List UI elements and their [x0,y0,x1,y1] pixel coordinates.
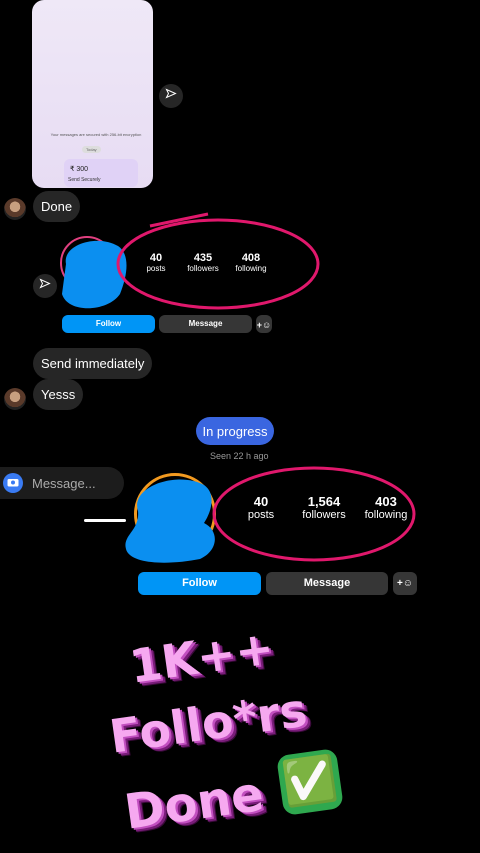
send-icon [165,87,177,105]
message-bubble[interactable]: Done [33,191,81,222]
camera-icon [7,474,19,492]
payment-card: ₹ 300 Send Securely [64,159,138,187]
avatar[interactable] [4,388,26,410]
overlay-line-2: Follo*rs [106,682,311,764]
annotation-circle [212,466,416,562]
camera-button[interactable] [3,473,23,493]
overlay-line-3: Done [121,766,267,841]
message-button[interactable]: Message [266,572,388,595]
message-bubble[interactable]: Send immediately [33,348,153,379]
add-person-icon: +☺ [256,320,272,330]
send-icon [39,277,51,295]
follow-button[interactable]: Follow [62,315,155,333]
send-securely-label: Send Securely [68,177,101,183]
overlay-line-1: 1K++ [126,620,278,694]
follow-button[interactable]: Follow [138,572,261,595]
add-person-button[interactable]: +☺ [256,315,272,333]
message-input[interactable]: Message... [32,476,96,491]
date-chip: Today [82,146,101,153]
check-mark-icon: ✅ [276,748,344,816]
sent-message-bubble[interactable]: In progress [196,417,274,445]
message-composer[interactable]: Message... [0,467,124,499]
message-bubble[interactable]: Yesss [33,379,84,410]
payment-amount: ₹ 300 [70,166,89,173]
done-text: Done [121,765,268,841]
share-button[interactable] [159,84,183,108]
add-person-icon: +☺ [396,578,414,589]
add-person-button[interactable]: +☺ [393,572,417,595]
avatar[interactable] [4,198,26,220]
encryption-note: Your messages are secured with 256-bit e… [50,132,142,137]
share-button[interactable] [33,274,57,298]
annotation-circle [116,212,320,310]
message-button[interactable]: Message [159,315,252,333]
shared-payment-screenshot[interactable]: Your messages are secured with 256-bit e… [32,0,153,188]
